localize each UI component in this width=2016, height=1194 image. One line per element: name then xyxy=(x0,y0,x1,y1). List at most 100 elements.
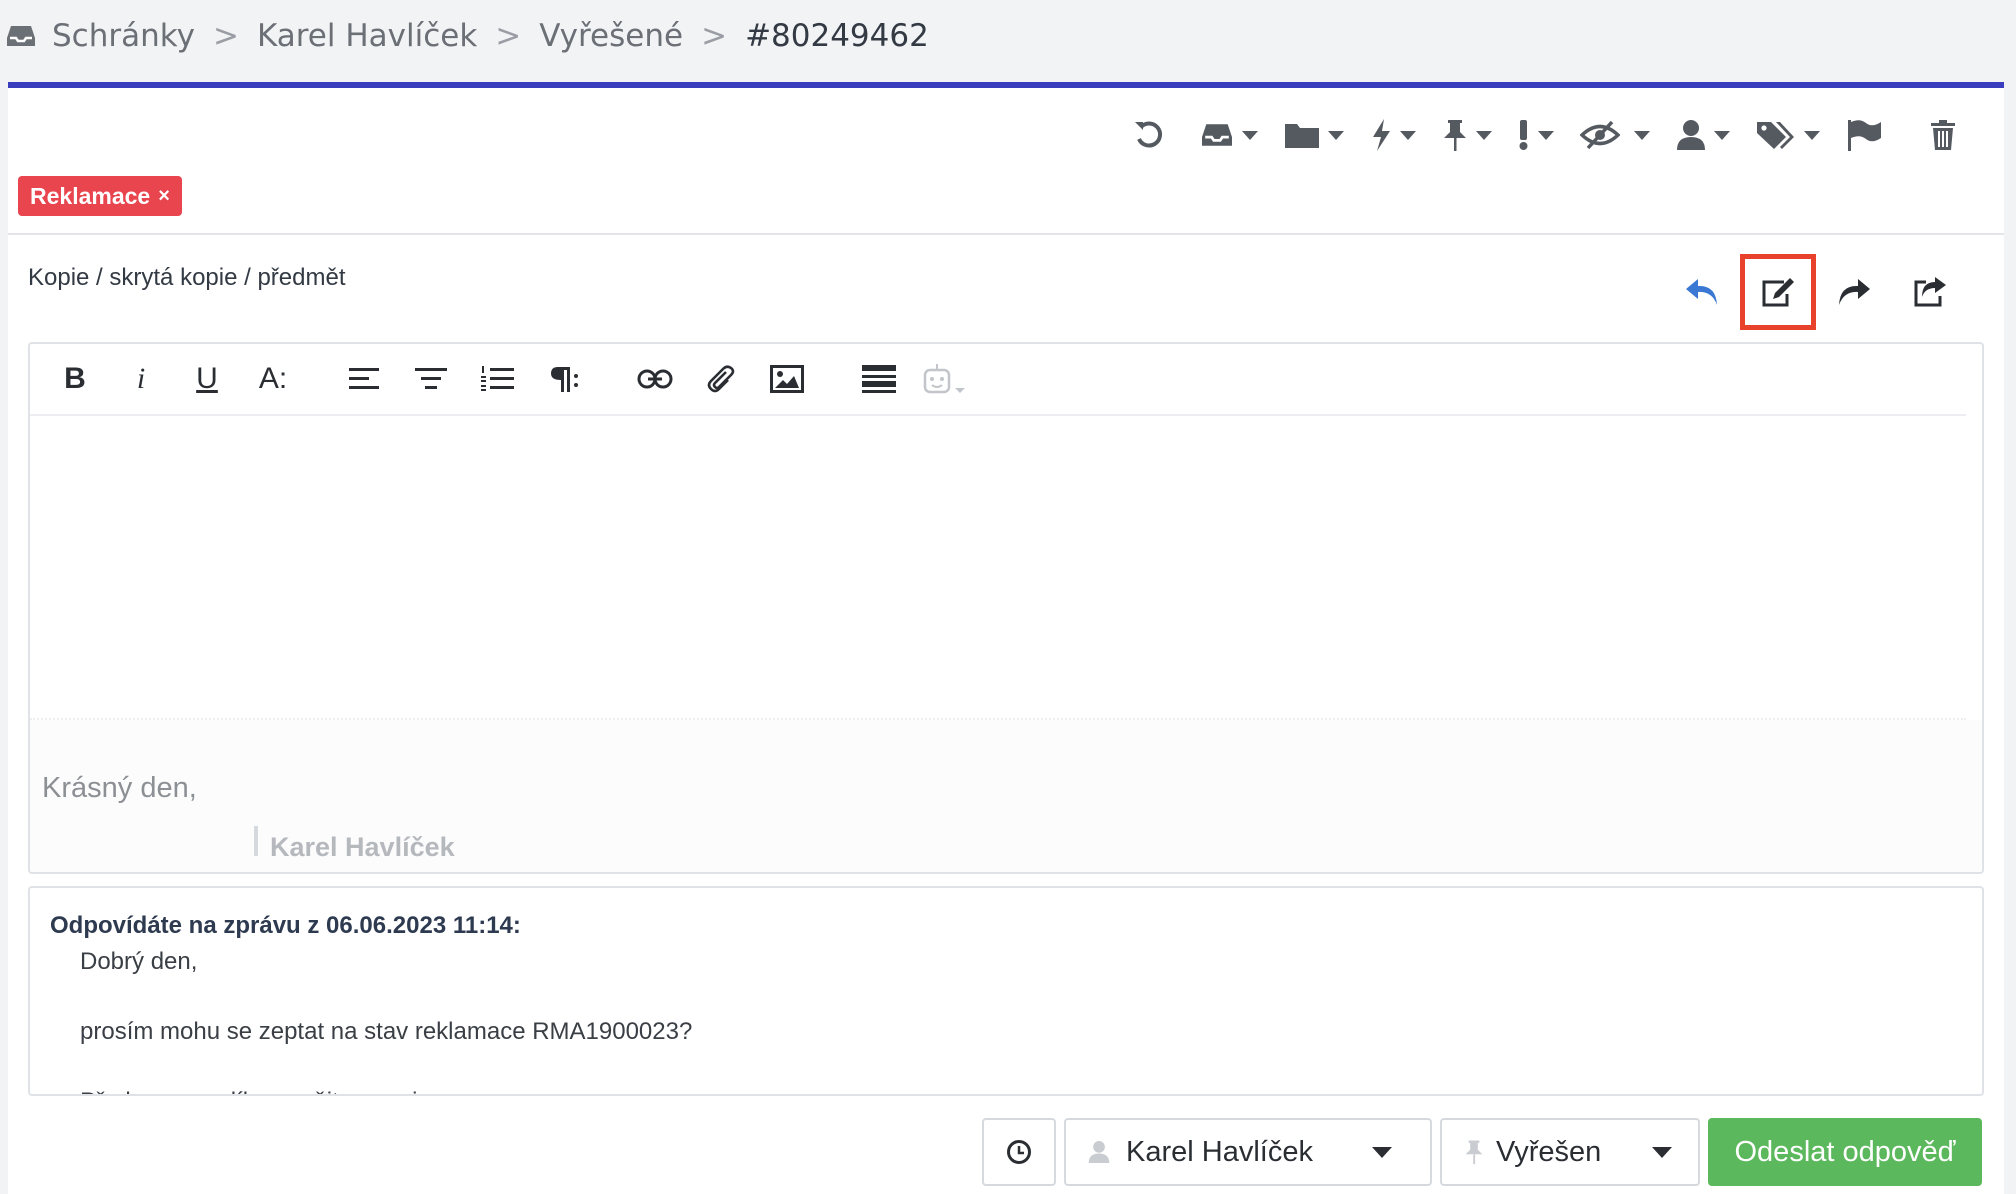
image-button[interactable] xyxy=(754,349,820,409)
image-icon xyxy=(770,365,804,393)
quote-line: prosím mohu se zeptat na stav reklamace … xyxy=(80,1018,693,1045)
paragraph-button[interactable] xyxy=(530,349,596,409)
breadcrumb-item-mailboxes[interactable]: Schránky xyxy=(52,18,195,54)
signature-greeting: Krásný den, xyxy=(42,772,197,804)
assignee-select[interactable]: Karel Havlíček xyxy=(1064,1118,1432,1186)
breadcrumb-item-resolved[interactable]: Vyřešené xyxy=(539,18,683,54)
eye-slash-icon xyxy=(1580,120,1620,150)
signature-name: Karel Havlíček xyxy=(270,832,455,862)
reply-footer: Karel Havlíček Vyřešen Odeslat odpověď xyxy=(974,1118,1982,1186)
automation-dropdown[interactable] xyxy=(1370,112,1416,158)
tag-badge[interactable]: Reklamace × xyxy=(18,176,182,216)
quoted-message: Odpovídáte na zprávu z 06.06.2023 11:14:… xyxy=(28,886,1984,1096)
underline-button[interactable]: U xyxy=(174,349,240,409)
breadcrumb-separator: > xyxy=(212,18,239,54)
status-select[interactable]: Vyřešen xyxy=(1440,1118,1700,1186)
folder-icon xyxy=(1285,124,1319,148)
tag-label: Reklamace xyxy=(30,182,151,209)
editor-toolbar: B i U A: xyxy=(30,344,1966,416)
reply-editor[interactable]: B i U A: Krásný den, Karel Havlíček xyxy=(28,342,1984,874)
flag-icon xyxy=(1848,120,1881,151)
tags-dropdown[interactable] xyxy=(1756,112,1820,158)
chevron-down-icon xyxy=(1652,1147,1672,1158)
assignee-value: Karel Havlíček xyxy=(1126,1135,1313,1168)
breadcrumb-item-owner[interactable]: Karel Havlíček xyxy=(257,18,477,54)
assign-user-dropdown[interactable] xyxy=(1676,112,1730,158)
inbox-icon xyxy=(7,26,35,46)
quote-header: Odpovídáte na zprávu z 06.06.2023 11:14: xyxy=(50,912,521,939)
reply-icon xyxy=(1686,279,1717,305)
move-mailbox-dropdown[interactable] xyxy=(1200,112,1258,158)
status-value: Vyřešen xyxy=(1496,1135,1602,1168)
pin-dropdown[interactable] xyxy=(1442,112,1492,158)
breadcrumb-current-ticket: #80249462 xyxy=(745,18,929,54)
folder-dropdown[interactable] xyxy=(1284,112,1344,158)
underline-label: U xyxy=(196,362,218,395)
tag-row: Reklamace × xyxy=(18,176,182,216)
reply-mode-switch xyxy=(1664,254,1968,330)
edit-note-icon xyxy=(1762,278,1794,307)
share-button[interactable] xyxy=(1892,254,1968,330)
paperclip-icon xyxy=(707,365,735,393)
chevron-down-icon xyxy=(1804,130,1820,140)
template-button[interactable] xyxy=(846,349,912,409)
align-center-button[interactable] xyxy=(398,349,464,409)
template-icon xyxy=(862,365,896,393)
chevron-down-icon xyxy=(1538,130,1554,140)
flag-button[interactable] xyxy=(1846,112,1882,158)
align-left-icon xyxy=(349,368,379,389)
quote-line xyxy=(80,979,692,1014)
quote-body: Dobrý den, prosím mohu se zeptat na stav… xyxy=(80,944,693,1094)
italic-button[interactable]: i xyxy=(108,349,174,409)
reply-button[interactable] xyxy=(1664,254,1740,330)
link-button[interactable] xyxy=(622,349,688,409)
chevron-down-icon xyxy=(1372,1147,1392,1158)
align-left-button[interactable] xyxy=(332,349,398,409)
link-icon xyxy=(637,369,673,389)
quote-line xyxy=(80,1049,692,1084)
user-icon xyxy=(1088,1141,1110,1163)
forward-icon xyxy=(1839,279,1870,305)
ordered-list-icon xyxy=(481,366,514,391)
ticket-card: Reklamace × Kopie / skrytá kopie / předm… xyxy=(8,82,2004,1194)
breadcrumb: Schránky > Karel Havlíček > Vyřešené > #… xyxy=(6,14,929,58)
reopen-button[interactable] xyxy=(1132,112,1166,158)
clock-icon xyxy=(1007,1140,1031,1164)
undo-icon xyxy=(1135,121,1163,148)
priority-dropdown[interactable] xyxy=(1518,112,1554,158)
chevron-down-icon xyxy=(1714,130,1730,140)
exclamation-icon xyxy=(1519,120,1528,150)
quote-line: Předem moc díky a mějte se prima xyxy=(80,1084,692,1094)
share-icon xyxy=(1914,277,1946,307)
breadcrumb-separator: > xyxy=(701,18,728,54)
bold-label: B xyxy=(64,362,86,395)
ordered-list-button[interactable] xyxy=(464,349,530,409)
delete-button[interactable] xyxy=(1930,112,1956,158)
attachment-button[interactable] xyxy=(688,349,754,409)
remove-tag-icon[interactable]: × xyxy=(158,185,170,208)
bot-dropdown[interactable] xyxy=(912,349,978,409)
align-center-icon xyxy=(415,368,447,389)
bold-button[interactable]: B xyxy=(42,349,108,409)
visibility-dropdown[interactable] xyxy=(1580,112,1650,158)
chevron-down-icon xyxy=(1634,130,1650,140)
signature-bar xyxy=(254,826,258,856)
note-button[interactable] xyxy=(1740,254,1816,330)
editor-body[interactable] xyxy=(30,418,1982,718)
forward-button[interactable] xyxy=(1816,254,1892,330)
quote-line: Dobrý den, xyxy=(80,948,198,975)
ticket-toolbar xyxy=(1106,112,1956,158)
bolt-icon xyxy=(1373,119,1390,151)
trash-icon xyxy=(1931,120,1955,150)
tags-icon xyxy=(1757,122,1794,149)
cc-bcc-subject-link[interactable]: Kopie / skrytá kopie / předmět xyxy=(28,264,345,292)
chevron-down-icon xyxy=(1242,130,1258,140)
send-reply-button[interactable]: Odeslat odpověď xyxy=(1708,1118,1982,1186)
font-size-button[interactable]: A: xyxy=(240,349,306,409)
chevron-down-icon xyxy=(1476,130,1492,140)
chevron-down-icon xyxy=(1400,130,1416,140)
chevron-down-icon xyxy=(1328,130,1344,140)
bot-icon xyxy=(923,364,965,394)
schedule-button[interactable] xyxy=(982,1118,1056,1186)
divider xyxy=(8,233,2004,235)
